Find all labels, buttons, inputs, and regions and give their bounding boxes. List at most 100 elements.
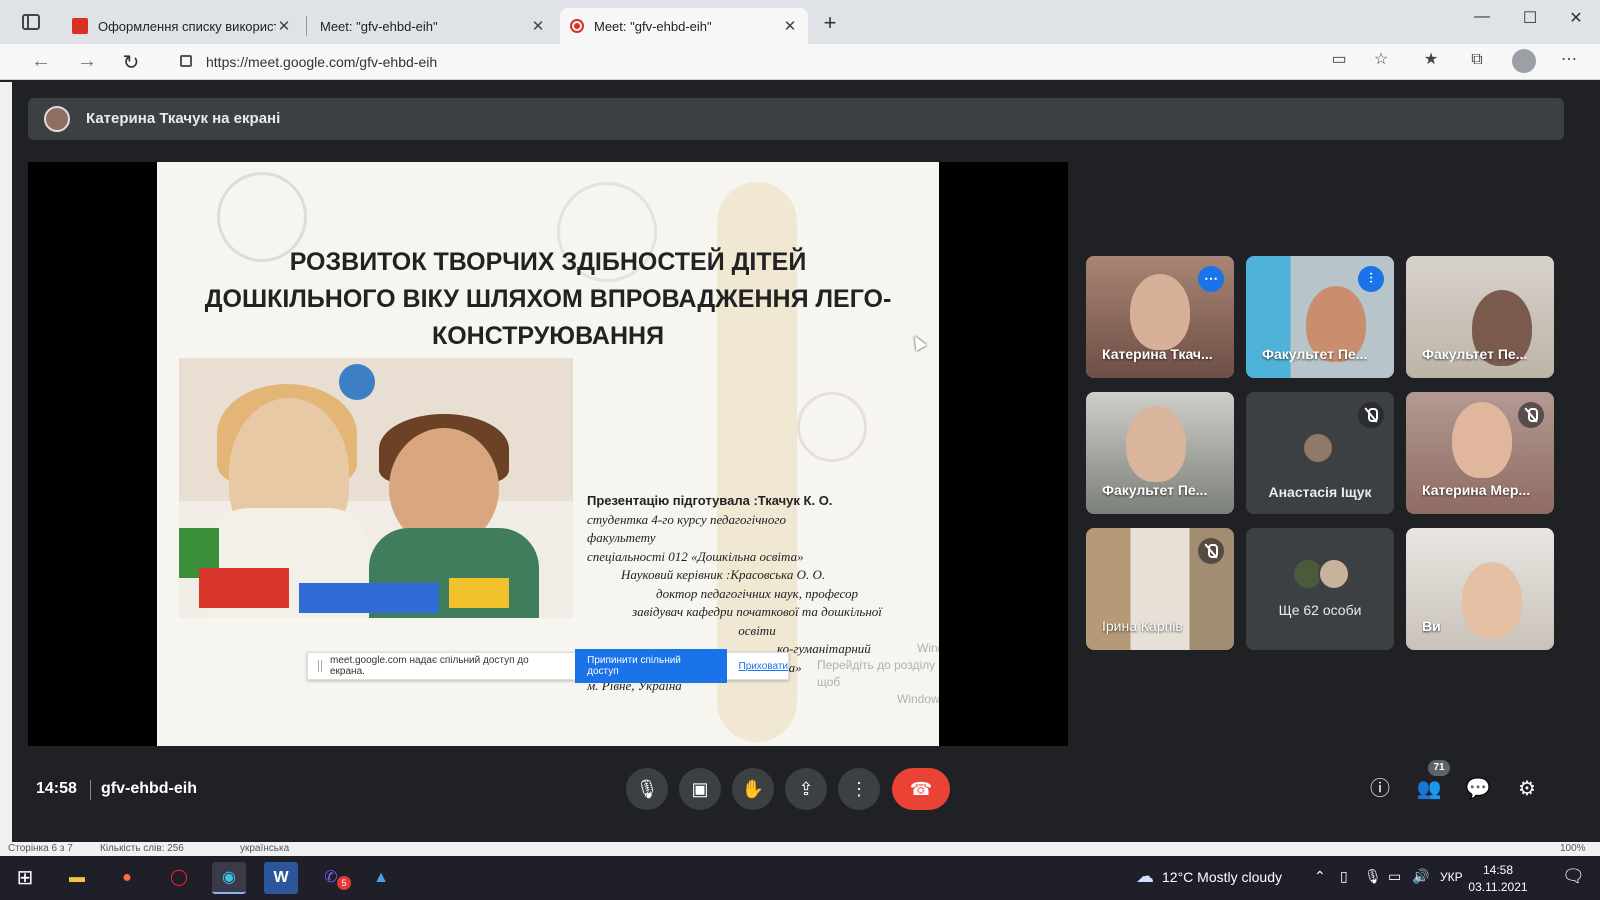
- avatar: [44, 106, 70, 132]
- participant-tile[interactable]: Катерина Мер...: [1406, 392, 1554, 514]
- opera-icon[interactable]: ◯: [162, 862, 196, 894]
- add-favorite-icon[interactable]: ☆: [1372, 52, 1390, 68]
- people-icon[interactable]: 👥: [1416, 776, 1442, 802]
- reload-icon[interactable]: ↻: [118, 50, 144, 75]
- participant-tile[interactable]: ⋯ Катерина Ткач...: [1086, 256, 1234, 378]
- photos-icon[interactable]: ▲: [364, 862, 398, 894]
- participant-tile-self[interactable]: Ви: [1406, 528, 1554, 650]
- participant-face: [1452, 402, 1512, 478]
- activate-windows-watermark: Windows Перейдіть до розділу "Настройки"…: [817, 640, 939, 708]
- more-participants-label: Ще 62 особи: [1278, 602, 1362, 618]
- url-text: https://meet.google.com/gfv-ehbd-eih: [206, 54, 438, 70]
- muted-mic-icon: [1198, 538, 1224, 564]
- favorites-icon[interactable]: ★: [1422, 52, 1440, 68]
- children-lego-photo: [179, 358, 573, 618]
- info-line: спеціальності 012 «Дошкільна освіта»: [587, 548, 804, 564]
- system-clock[interactable]: 14:58 03.11.2021: [1456, 862, 1540, 896]
- close-icon[interactable]: ✕: [530, 17, 546, 35]
- edge-icon[interactable]: ◉: [212, 862, 246, 894]
- globe: [339, 364, 375, 400]
- slide-title-line: ДОШКІЛЬНОГО ВІКУ ШЛЯХОМ ВПРОВАДЖЕННЯ ЛЕГ…: [204, 285, 892, 313]
- battery-icon[interactable]: ▭: [1388, 868, 1401, 885]
- info-line: Презентацію підготувала :Ткачук К. О.: [587, 493, 833, 508]
- leave-call-button[interactable]: ☎: [892, 768, 950, 810]
- hide-button[interactable]: Приховати: [739, 661, 789, 672]
- participant-name: Анастасія Іщук: [1268, 484, 1372, 500]
- pdf-icon: [72, 18, 88, 34]
- camera-button[interactable]: ▣: [679, 768, 721, 810]
- microphone-button[interactable]: 🎙: [626, 768, 668, 810]
- close-icon[interactable]: ✕: [782, 17, 798, 35]
- slide-title-line: РОЗВИТОК ТВОРЧИХ ЗДІБНОСТЕЙ ДІТЕЙ: [289, 248, 807, 276]
- info-line: освіти: [738, 622, 776, 638]
- lego-brick: [299, 583, 439, 613]
- stop-sharing-button[interactable]: Припинити спільний доступ: [575, 649, 727, 683]
- tab-meet-1[interactable]: Meet: "gfv-ehbd-eih" ✕: [310, 8, 556, 106]
- watermark-line: Windows: [917, 641, 939, 655]
- close-icon[interactable]: ✕: [276, 17, 292, 35]
- word-status-bar: Сторінка 6 з 7 Кількість слів: 256 украї…: [0, 842, 1600, 856]
- presentation-stage: РОЗВИТОК ТВОРЧИХ ЗДІБНОСТЕЙ ДІТЕЙ ДОШКІЛ…: [28, 162, 1068, 746]
- share-notification-text: meet.google.com надає спільний доступ до…: [329, 655, 529, 677]
- more-options-icon[interactable]: ⋯: [1198, 266, 1224, 292]
- firefox-icon[interactable]: ●: [110, 862, 144, 894]
- participant-tile[interactable]: Факультет Пе...: [1086, 392, 1234, 514]
- people-count-badge: 71: [1428, 760, 1450, 776]
- participant-tile[interactable]: ⫶ Факультет Пе...: [1246, 256, 1394, 378]
- info-line: студентка 4-го курсу педагогічного: [587, 511, 786, 527]
- forward-icon[interactable]: →: [74, 50, 100, 73]
- clock-date: 03.11.2021: [1468, 880, 1528, 894]
- info-line: факультету: [587, 530, 656, 545]
- more-options-button[interactable]: ⋮: [838, 768, 880, 810]
- lock-icon: [180, 55, 192, 67]
- clock-time: 14:58: [1482, 863, 1514, 877]
- tab-pdf[interactable]: Оформлення списку використа ✕: [62, 8, 302, 44]
- maximize-icon[interactable]: ☐: [1520, 8, 1540, 28]
- close-window-icon[interactable]: ✕: [1566, 8, 1586, 28]
- tray-device-icon[interactable]: ▯: [1340, 868, 1348, 885]
- participant-tile[interactable]: Ще 62 особи: [1246, 528, 1394, 650]
- word-page-count: Сторінка 6 з 7: [8, 843, 73, 854]
- screen-share-notification: meet.google.com надає спільний доступ до…: [307, 649, 789, 683]
- raise-hand-button[interactable]: ✋: [732, 768, 774, 810]
- back-icon[interactable]: ←: [28, 50, 54, 73]
- browser-tab-bar: Оформлення списку використа ✕ Meet: "gfv…: [0, 0, 1600, 106]
- activities-icon[interactable]: ⚙: [1514, 776, 1540, 802]
- minimize-icon[interactable]: —: [1472, 8, 1492, 26]
- viber-badge: 5: [337, 876, 351, 890]
- volume-icon[interactable]: 🔊: [1412, 868, 1429, 885]
- meet-window: Катерина Ткачук на екрані РОЗВИТОК ТВОРЧ…: [12, 82, 1600, 842]
- recording-icon: [570, 19, 584, 33]
- weather-icon[interactable]: ☁: [1136, 866, 1154, 887]
- info-line: доктор педагогічних наук, професор: [656, 585, 858, 601]
- tab-title: Meet: "gfv-ehbd-eih": [594, 18, 712, 34]
- participant-face: [1130, 274, 1190, 350]
- word-icon[interactable]: W: [264, 862, 298, 894]
- profile-avatar[interactable]: [1512, 49, 1536, 73]
- participant-tile[interactable]: Ірина Карпів: [1086, 528, 1234, 650]
- collections-icon[interactable]: ⧉: [1468, 52, 1486, 68]
- meeting-code: gfv-ehbd-eih: [101, 780, 197, 797]
- notifications-icon[interactable]: 🗨: [1562, 866, 1585, 887]
- tab-actions-icon[interactable]: [22, 14, 40, 30]
- participant-name: Факультет Пе...: [1422, 346, 1528, 362]
- windows-taskbar: ⊞ ▬ ● ◯ ◉ W ✆ 5 ▲ ☁ 12°C Mostly cloudy ⌃…: [0, 856, 1600, 900]
- participant-tile[interactable]: Факультет Пе...: [1406, 256, 1554, 378]
- tab-meet-active[interactable]: Meet: "gfv-ehbd-eih" ✕: [560, 8, 808, 106]
- tray-mic-icon[interactable]: 🎙: [1364, 868, 1382, 885]
- slide-title-line: КОНСТРУЮВАННЯ: [431, 322, 665, 350]
- tray-chevron-icon[interactable]: ⌃: [1314, 868, 1326, 885]
- new-tab-button[interactable]: +: [818, 12, 842, 34]
- weather-text[interactable]: 12°C Mostly cloudy: [1162, 869, 1282, 885]
- meeting-details-icon[interactable]: ⓘ: [1367, 776, 1393, 802]
- camera-permission-icon[interactable]: ▭: [1330, 52, 1348, 68]
- slide-title: РОЗВИТОК ТВОРЧИХ ЗДІБНОСТЕЙ ДІТЕЙ ДОШКІЛ…: [167, 244, 929, 355]
- start-icon[interactable]: ⊞: [8, 862, 42, 894]
- drag-handle-icon[interactable]: [318, 660, 322, 672]
- presenter-text: Катерина Ткачук на екрані: [86, 110, 281, 127]
- present-screen-button[interactable]: ⇪: [785, 768, 827, 810]
- menu-icon[interactable]: ⋯: [1560, 52, 1578, 68]
- file-explorer-icon[interactable]: ▬: [60, 862, 94, 894]
- chat-icon[interactable]: 💬: [1465, 776, 1491, 802]
- participant-tile[interactable]: Анастасія Іщук: [1246, 392, 1394, 514]
